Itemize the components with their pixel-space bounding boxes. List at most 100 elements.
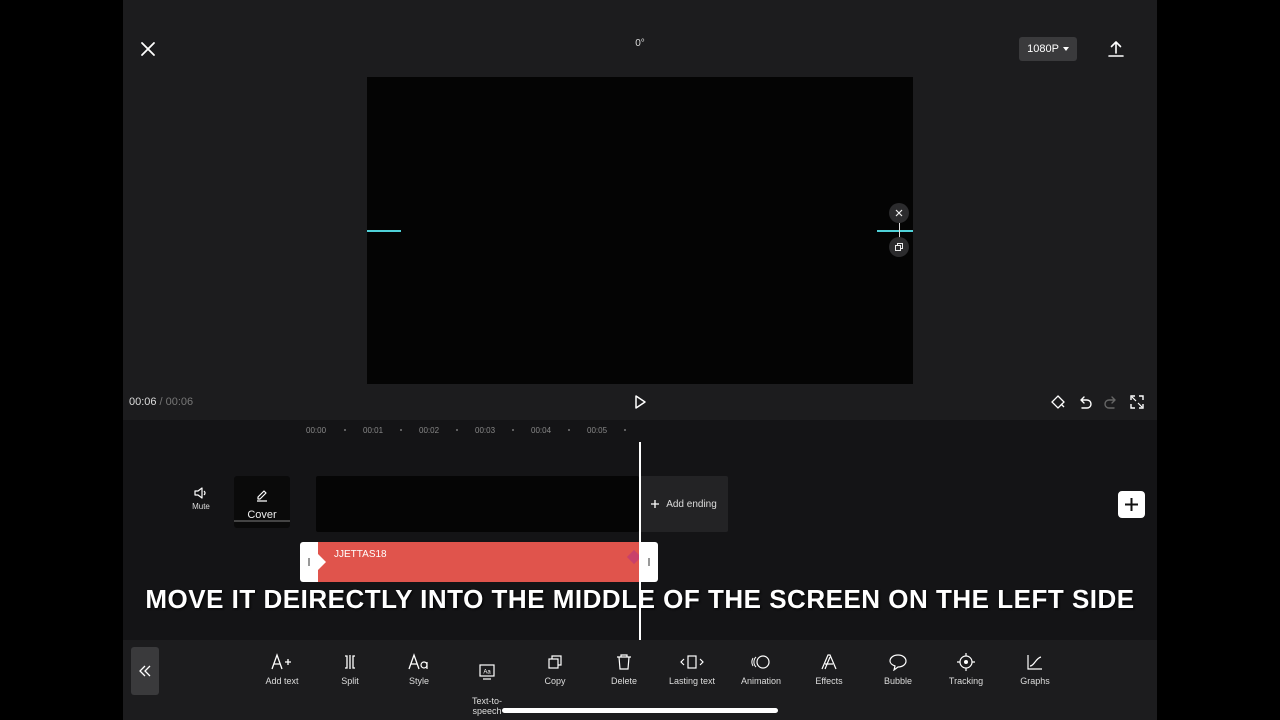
tracking-icon xyxy=(934,652,998,672)
graphs-icon xyxy=(1003,652,1067,672)
text-clip-label: JJETTAS18 xyxy=(334,549,387,560)
playhead[interactable] xyxy=(639,442,641,640)
text-to-speech-icon: Aa xyxy=(455,662,519,682)
bubble-icon xyxy=(866,652,930,672)
ruler-tick-label: 00:03 xyxy=(475,426,496,435)
resolution-button[interactable]: 1080P xyxy=(1019,37,1077,61)
ruler-tick-label: 00:00 xyxy=(306,426,327,435)
speaker-icon xyxy=(194,487,206,499)
cover-thumbnail-strip xyxy=(234,520,290,522)
tool-label: Lasting text xyxy=(668,676,716,686)
tool-style[interactable]: Style xyxy=(387,652,451,686)
time-readout: 00:06/00:06 xyxy=(129,396,193,408)
copy-handle[interactable] xyxy=(889,237,909,257)
upload-icon xyxy=(1108,41,1124,57)
lasting-text-icon xyxy=(660,652,724,672)
ruler-dot xyxy=(568,429,570,431)
ruler-dot xyxy=(344,429,346,431)
keyframe-icon xyxy=(1051,395,1065,409)
clip-trim-handle-right[interactable] xyxy=(648,558,650,566)
undo-icon xyxy=(1080,396,1092,409)
tool-animation[interactable]: Animation xyxy=(729,652,793,686)
current-time: 00:06 xyxy=(129,396,157,408)
delete-icon xyxy=(592,652,656,672)
total-time: 00:06 xyxy=(165,396,194,408)
tool-lasting-text[interactable]: Lasting text xyxy=(660,652,724,686)
svg-text:Aa: Aa xyxy=(483,670,491,676)
tool-label: Effects xyxy=(815,676,843,686)
caret-down-icon xyxy=(1062,47,1069,51)
mute-label: Mute xyxy=(192,502,210,511)
animation-icon xyxy=(729,652,793,672)
ruler-dot xyxy=(512,429,514,431)
timeline-panel[interactable]: 00:00 00:01 00:02 00:03 00:04 00:05 Mute… xyxy=(123,420,1157,640)
add-ending-button[interactable]: Add ending xyxy=(639,476,728,532)
tool-tracking[interactable]: Tracking xyxy=(934,652,998,686)
tool-effects[interactable]: Effects xyxy=(797,652,861,686)
ruler-dot xyxy=(624,429,626,431)
ruler-dot xyxy=(400,429,402,431)
home-indicator[interactable] xyxy=(502,708,778,713)
mute-button[interactable]: Mute xyxy=(181,486,221,520)
ruler-dot xyxy=(456,429,458,431)
tool-bubble[interactable]: Bubble xyxy=(866,652,930,686)
editor-app: 0° 1080P 00:06/00:06 00:00 00:01 00:02 0… xyxy=(123,0,1157,720)
rotation-readout: 0° xyxy=(635,38,645,49)
close-icon xyxy=(141,42,155,56)
time-separator: / xyxy=(159,396,163,408)
close-icon xyxy=(895,209,903,217)
fullscreen-icon xyxy=(1130,395,1144,409)
plus-icon xyxy=(651,500,660,508)
cover-button[interactable]: Cover xyxy=(234,476,290,528)
ruler-tick-label: 00:01 xyxy=(363,426,384,435)
redo-icon xyxy=(1104,396,1116,409)
close-button[interactable] xyxy=(137,38,159,60)
clip-trim-handle-left[interactable] xyxy=(308,558,310,566)
text-clip[interactable]: JJETTAS18 xyxy=(300,542,658,582)
double-chevron-left-icon xyxy=(139,665,151,677)
tool-graphs[interactable]: Graphs xyxy=(1003,652,1067,686)
tool-label: Style xyxy=(408,676,429,686)
tool-add-text[interactable]: Add text xyxy=(250,652,314,686)
alignment-guide-left xyxy=(367,230,401,232)
tool-label: Split xyxy=(341,676,359,686)
clip-keyframe-left xyxy=(318,554,326,570)
add-text-icon xyxy=(250,652,314,672)
effects-icon xyxy=(797,652,861,672)
add-ending-label: Add ending xyxy=(666,498,717,510)
tool-label: Bubble xyxy=(883,676,913,686)
preview-canvas[interactable] xyxy=(367,77,913,384)
tool-copy[interactable]: Copy xyxy=(523,652,587,686)
tool-label: Copy xyxy=(544,676,566,686)
collapse-button[interactable] xyxy=(131,647,159,695)
bottom-toolbar: Add text Split Style Aa Text-to- speech … xyxy=(123,640,1157,720)
ruler-tick-label: 00:04 xyxy=(531,426,552,435)
export-button[interactable] xyxy=(1105,38,1127,60)
style-icon xyxy=(387,652,451,672)
keyframe-button[interactable] xyxy=(1049,393,1067,411)
tool-label: Add text xyxy=(265,676,299,686)
play-icon xyxy=(635,395,646,409)
tool-label: Text-to- speech xyxy=(471,696,502,716)
undo-button[interactable] xyxy=(1076,393,1094,411)
split-icon xyxy=(318,652,382,672)
resolution-label: 1080P xyxy=(1027,43,1059,55)
ruler-tick-label: 00:02 xyxy=(419,426,440,435)
tool-label: Tracking xyxy=(948,676,984,686)
add-clip-button[interactable] xyxy=(1118,491,1145,518)
tool-label: Animation xyxy=(740,676,782,686)
play-button[interactable] xyxy=(629,392,651,412)
tool-label: Delete xyxy=(610,676,637,686)
tool-split[interactable]: Split xyxy=(318,652,382,686)
fullscreen-button[interactable] xyxy=(1128,393,1146,411)
text-clip-body: JJETTAS18 xyxy=(318,542,640,582)
edit-pencil-icon xyxy=(257,490,267,502)
tool-label: Graphs xyxy=(1020,676,1050,686)
alignment-guide-right xyxy=(877,230,913,232)
tool-delete[interactable]: Delete xyxy=(592,652,656,686)
main-video-track[interactable] xyxy=(316,476,639,532)
plus-icon xyxy=(1125,498,1138,511)
redo-button[interactable] xyxy=(1102,393,1120,411)
delete-handle[interactable] xyxy=(889,203,909,223)
ruler-tick-label: 00:05 xyxy=(587,426,608,435)
